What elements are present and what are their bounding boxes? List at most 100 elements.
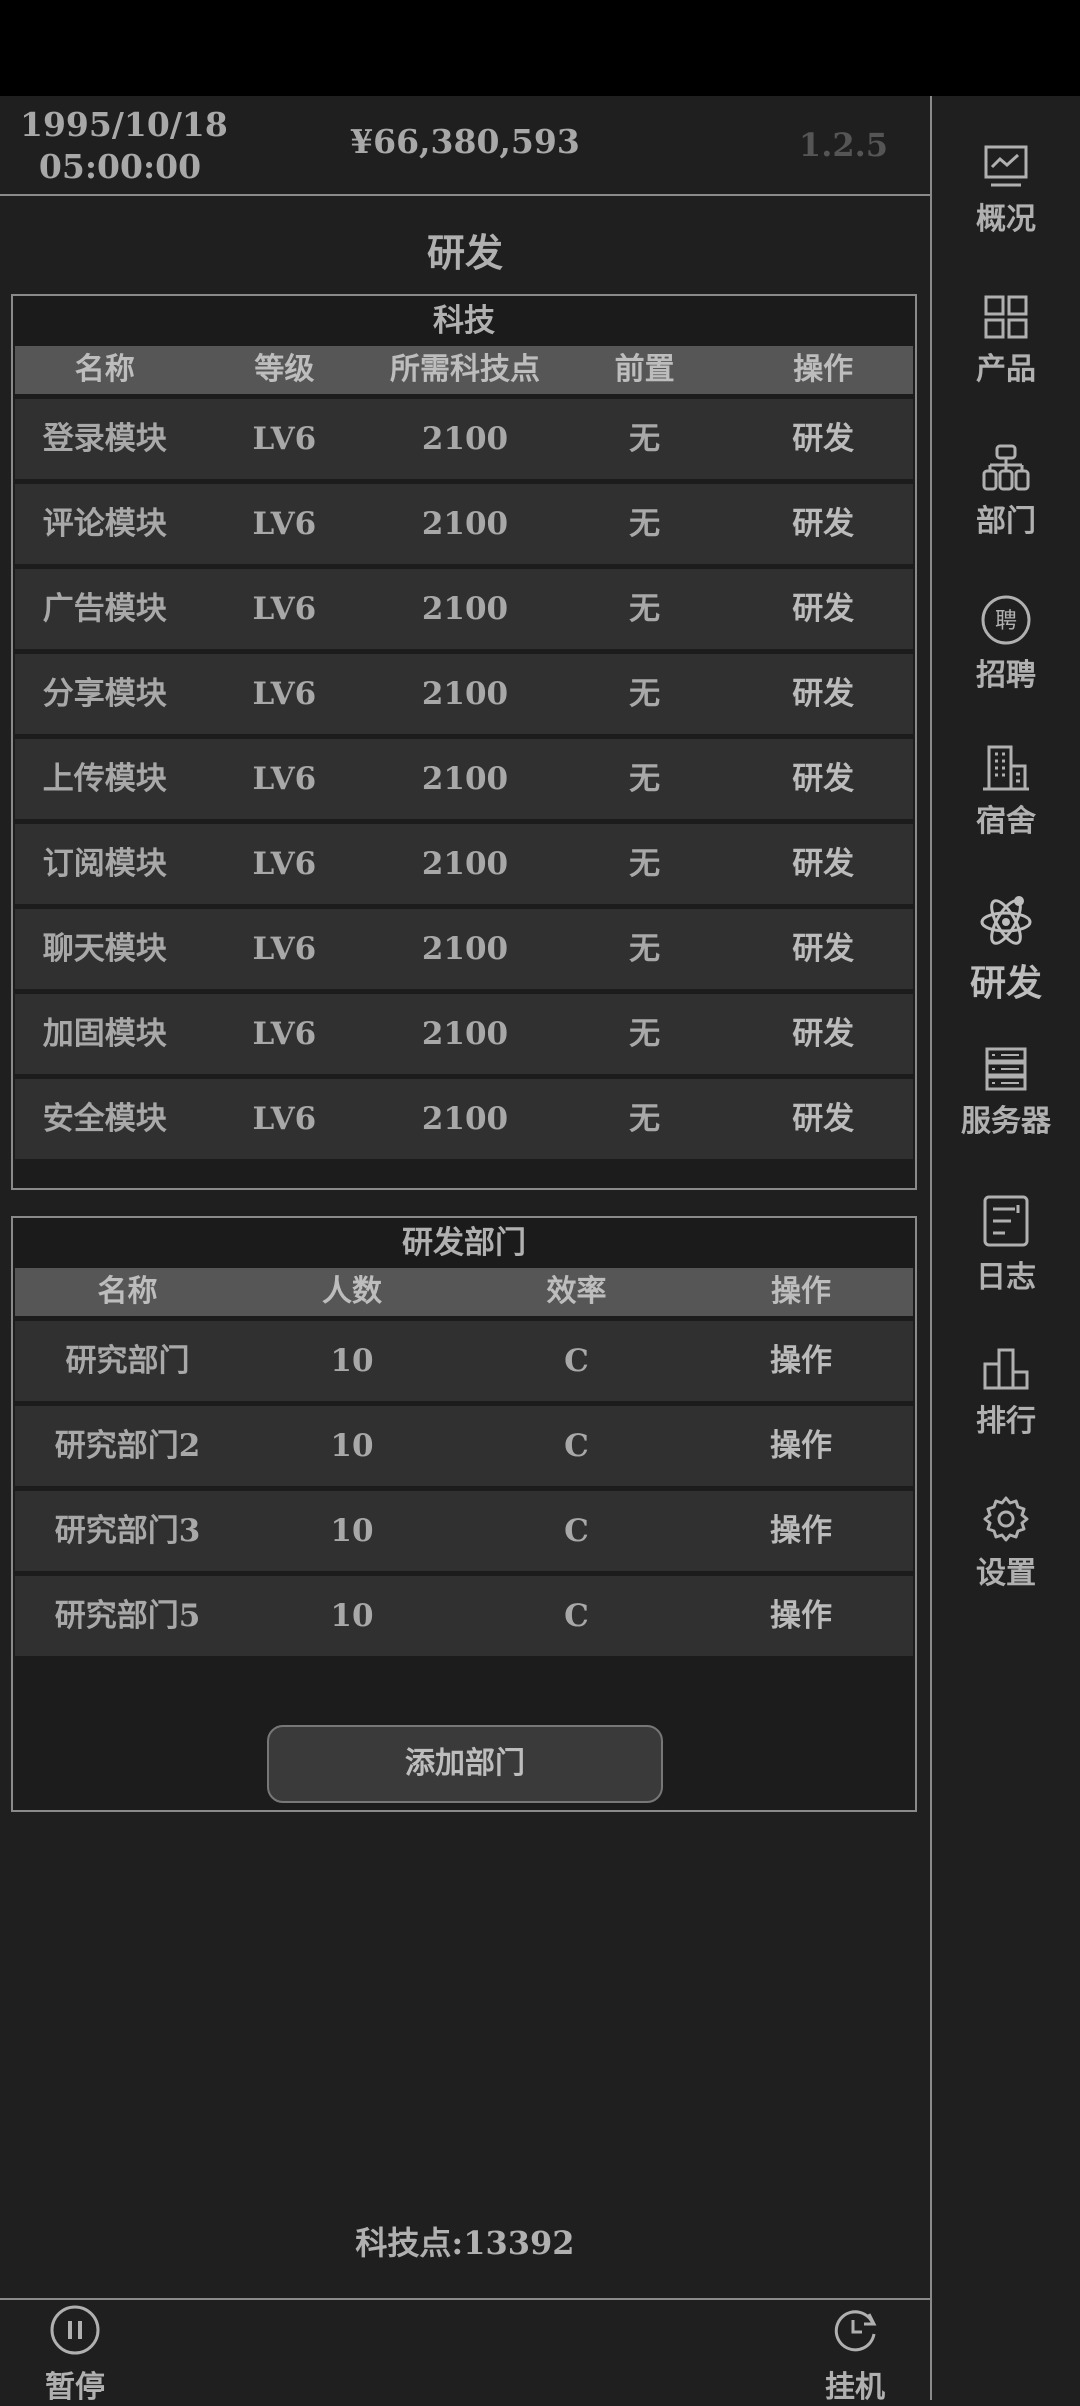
cell-name: 研究部门5 [54,1598,201,1634]
cell-points: 2100 [421,1016,509,1052]
cell-name: 上传模块 [42,761,167,797]
cell-points: 2100 [421,931,509,967]
sidebar-item-overview[interactable]: 概况 [932,144,1080,238]
cell-level: LV6 [252,421,317,457]
operate-action-button[interactable]: 操作 [689,1491,913,1571]
server-icon [985,1047,1027,1091]
research-action-button[interactable]: 研发 [733,1079,913,1159]
dept-panel-title: 研发部门 [13,1218,915,1268]
log-icon [983,1195,1029,1247]
pause-icon [50,2305,100,2355]
tech-panel[interactable]: 科技 名称 等级 所需科技点 前置 操作 登录模块 LV6 2100 无研发 评论模块 L… [11,294,917,1190]
operate-action-button[interactable]: 操作 [689,1576,913,1656]
money-display: ¥66,380,593 [350,122,580,161]
hire-icon-glyph: 聘 [995,609,1017,634]
cell-prereq: 无 [629,1101,661,1137]
idle-clock-icon [834,2310,877,2352]
operate-action-button[interactable]: 操作 [689,1406,913,1486]
sidebar-item-label: 设置 [976,1556,1036,1591]
table-row: 加固模块 LV6 2100 无 研发 [15,994,913,1074]
research-action-button[interactable]: 研发 [733,399,913,479]
sidebar-item-departments[interactable]: 部门 [932,444,1080,540]
cell-name: 分享模块 [42,676,167,712]
cell-prereq: 无 [629,591,661,627]
ranking-icon [983,1348,1029,1390]
table-row: 广告模块 LV6 2100 无 研发 [15,569,913,649]
cell-name: 订阅模块 [42,846,167,882]
research-action-button[interactable]: 研发 [733,739,913,819]
table-row: 分享模块 LV6 2100 无 研发 [15,654,913,734]
col-header-name: 名称 [97,1274,158,1309]
atom-icon [980,896,1032,945]
col-header-name: 名称 [74,352,135,387]
dept-panel: 研发部门 名称 人数 效率 操作 研究部门 10 C 操作 研究部门2 10 C 操作 研究部门… [11,1216,917,1812]
game-date: 1995/10/18 [20,105,228,144]
sidebar-item-log[interactable]: 日志 [932,1194,1080,1296]
page-title: 研发 [426,230,503,275]
cell-level: LV6 [252,846,317,882]
col-header-prereq: 前置 [614,352,675,387]
col-header-count: 人数 [322,1274,382,1309]
table-row: 评论模块 LV6 2100 无 研发 [15,484,913,564]
sidebar-item-settings[interactable]: 设置 [932,1494,1080,1592]
bottom-bar: 暂停 挂机 [0,2298,930,2405]
sidebar-item-servers[interactable]: 服务器 [932,1046,1080,1140]
research-action-button[interactable]: 研发 [733,909,913,989]
top-bar: 1995/10/18 05:00:00 ¥66,380,593 1.2.5 [0,96,930,196]
cell-count: 10 [330,1343,374,1379]
cell-name: 聊天模块 [42,931,167,967]
cell-name: 研究部门 [65,1343,190,1379]
col-header-level: 等级 [254,352,315,387]
sidebar-item-label: 部门 [976,504,1036,539]
col-header-points: 所需科技点 [389,352,540,387]
table-row: 研究部门 10 C 操作 [15,1321,913,1401]
research-action-button[interactable]: 研发 [733,569,913,649]
table-row: 订阅模块 LV6 2100 无 研发 [15,824,913,904]
table-row: 聊天模块 LV6 2100 无 研发 [15,909,913,989]
idle-label: 挂机 [825,2370,885,2405]
idle-button[interactable]: 挂机 [810,2304,900,2406]
grid-icon [984,295,1028,339]
tech-panel-title: 科技 [13,296,915,346]
research-action-button[interactable]: 研发 [733,484,913,564]
version-label: 1.2.5 [798,126,888,164]
col-header-action: 操作 [771,1274,831,1309]
system-status-bar [0,0,1080,96]
sidebar-item-ranking[interactable]: 排行 [932,1346,1080,1440]
research-action-button[interactable]: 研发 [733,994,913,1074]
cell-points: 2100 [421,846,509,882]
operate-action-button[interactable]: 操作 [689,1321,913,1401]
table-row: 研究部门5 10 C 操作 [15,1576,913,1656]
research-action-button[interactable]: 研发 [733,824,913,904]
dept-header-row: 名称 人数 效率 操作 [15,1268,913,1316]
table-row: 登录模块 LV6 2100 无 研发 [15,399,913,479]
cell-prereq: 无 [629,761,661,797]
sidebar-item-research[interactable]: 研发 [932,894,1080,1006]
sidebar-item-label: 产品 [976,352,1036,387]
cell-prereq: 无 [629,676,661,712]
cell-prereq: 无 [629,1016,661,1052]
sidebar-item-products[interactable]: 产品 [932,294,1080,388]
cell-level: LV6 [252,1016,317,1052]
sidebar-item-label: 研发 [969,962,1042,1004]
sidebar-item-label: 排行 [976,1404,1036,1439]
cell-name: 研究部门3 [54,1513,201,1549]
game-time: 05:00:00 [38,147,202,186]
cell-points: 2100 [421,591,509,627]
add-department-button[interactable]: 添加部门 [267,1725,663,1803]
cell-prereq: 无 [629,846,661,882]
pause-label: 暂停 [45,2370,105,2405]
sidebar-item-dormitory[interactable]: 宿舍 [932,744,1080,840]
cell-level: LV6 [252,931,317,967]
cell-points: 2100 [421,1101,509,1137]
org-chart-icon [982,444,1030,491]
gear-icon [983,1496,1029,1542]
cell-efficiency: C [564,1598,589,1634]
cell-level: LV6 [252,591,317,627]
sidebar-item-recruit[interactable]: 聘 招聘 [932,594,1080,694]
pause-button[interactable]: 暂停 [30,2304,120,2406]
tech-points-display: 科技点:13392 [355,2224,575,2262]
cell-prereq: 无 [629,931,661,967]
cell-name: 广告模块 [42,591,167,627]
research-action-button[interactable]: 研发 [733,654,913,734]
